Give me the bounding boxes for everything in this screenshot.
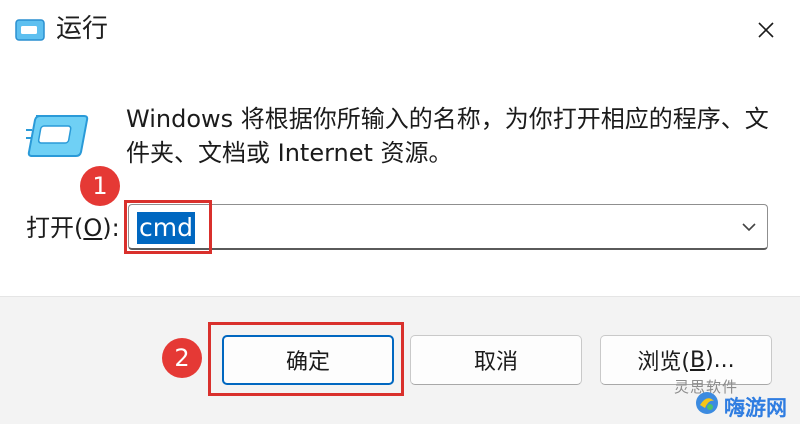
watermark-brand-text: 嗨游网 (724, 396, 787, 420)
close-icon (758, 22, 774, 38)
annotation-box-input (124, 200, 212, 254)
open-label-suffix: ): (102, 214, 120, 242)
annotation-step-1: 1 (80, 166, 120, 206)
open-label: 打开(O): (26, 212, 120, 244)
close-button[interactable] (744, 10, 788, 50)
annotation-step-2: 2 (162, 338, 202, 378)
open-combobox[interactable]: cmd (128, 204, 768, 250)
brand-logo-icon (696, 392, 718, 414)
open-label-accelerator: O (83, 214, 103, 242)
run-dialog: 运行 Windows 将根据你所输入的名称，为你打开相应的程序、文件夹、文档或 … (0, 0, 800, 424)
run-app-icon (26, 115, 89, 157)
chevron-down-icon[interactable] (739, 217, 759, 237)
watermark: 灵思软件 嗨游网 (658, 368, 800, 424)
cancel-button[interactable]: 取消 (410, 335, 582, 385)
title-bar: 运行 (0, 0, 800, 60)
run-app-icon (15, 19, 45, 41)
window-title: 运行 (56, 14, 109, 44)
annotation-box-ok (208, 322, 404, 396)
dialog-description: Windows 将根据你所输入的名称，为你打开相应的程序、文件夹、文档或 Int… (126, 105, 769, 167)
open-label-prefix: 打开( (26, 214, 84, 242)
